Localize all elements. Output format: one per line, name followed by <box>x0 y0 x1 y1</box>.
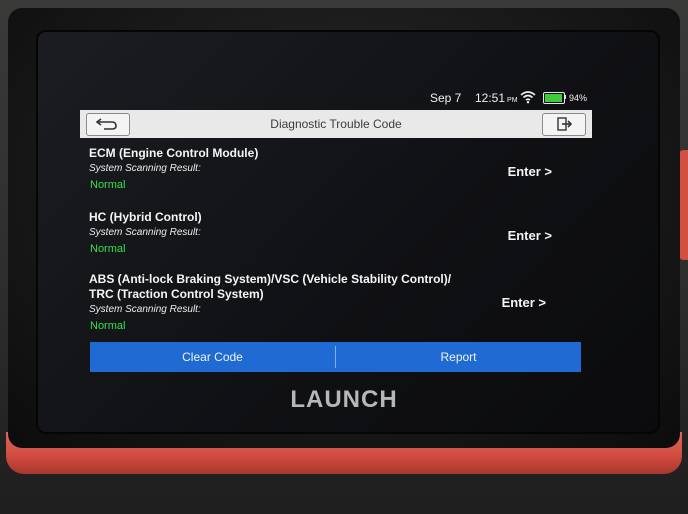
wifi-icon <box>520 90 536 107</box>
device-brand-logo: LAUNCH <box>290 386 398 413</box>
system-name-line-1: ABS (Anti-lock Braking System)/VSC (Vehi… <box>89 272 452 286</box>
status-date: Sep 7 <box>430 91 462 105</box>
status-time: 12:51 PM <box>475 91 518 105</box>
status-time-value: 12:51 <box>475 91 506 105</box>
system-name: ECM (Engine Control Module) <box>89 146 259 160</box>
exit-button[interactable] <box>542 113 586 136</box>
list-item[interactable]: ECM (Engine Control Module) System Scann… <box>80 146 592 194</box>
action-bar: Clear Code Report <box>90 342 581 372</box>
app-window: Sep 7 12:51 PM 94% Diagnostic Trouble Cod… <box>80 88 592 374</box>
battery-cap <box>564 95 566 99</box>
battery-percent: 94% <box>569 93 588 103</box>
scan-result-status: Normal <box>90 243 126 255</box>
title-bar: Diagnostic Trouble Code <box>80 110 592 138</box>
exit-icon <box>557 117 573 131</box>
scan-result-status: Normal <box>90 320 126 332</box>
enter-button[interactable]: Enter > <box>502 295 546 310</box>
scan-result-status: Normal <box>90 179 126 191</box>
scan-result-label: System Scanning Result: <box>89 163 201 174</box>
list-item[interactable]: ABS (Anti-lock Braking System)/VSC (Vehi… <box>80 272 592 338</box>
battery-icon <box>543 92 565 104</box>
system-list: ECM (Engine Control Module) System Scann… <box>80 138 592 344</box>
scan-result-label: System Scanning Result: <box>89 304 201 315</box>
list-item[interactable]: HC (Hybrid Control) System Scanning Resu… <box>80 210 592 258</box>
battery-level <box>545 94 562 102</box>
report-button[interactable]: Report <box>336 342 581 372</box>
page-title: Diagnostic Trouble Code <box>270 117 402 131</box>
scan-result-label: System Scanning Result: <box>89 227 201 238</box>
status-bar: Sep 7 12:51 PM 94% <box>80 88 592 108</box>
clear-code-button[interactable]: Clear Code <box>90 342 335 372</box>
system-name: HC (Hybrid Control) <box>89 210 202 224</box>
enter-button[interactable]: Enter > <box>508 228 552 243</box>
system-name-line-2: TRC (Traction Control System) <box>89 287 264 301</box>
enter-button[interactable]: Enter > <box>508 164 552 179</box>
status-time-suffix: PM <box>507 97 518 104</box>
